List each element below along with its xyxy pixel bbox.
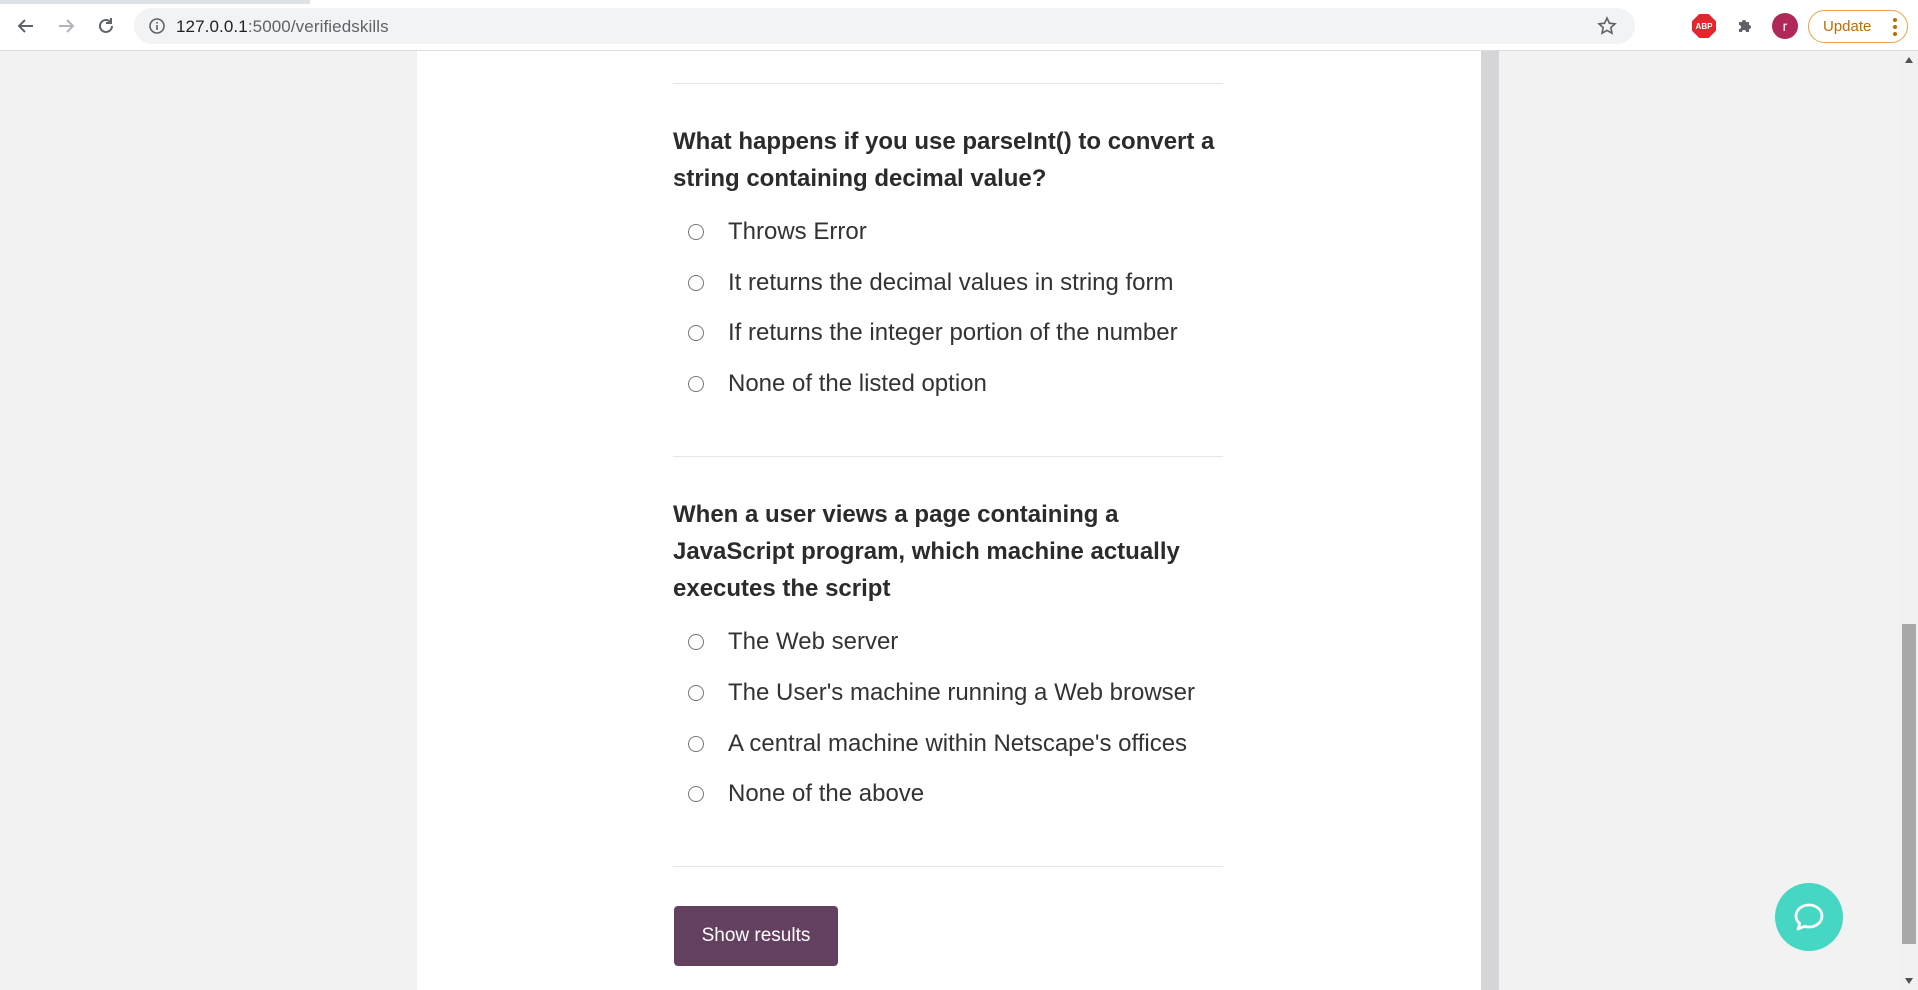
scroll-up-icon[interactable] bbox=[1905, 57, 1913, 63]
site-info-icon[interactable] bbox=[148, 17, 166, 35]
reload-button[interactable] bbox=[92, 12, 120, 40]
question-divider bbox=[673, 83, 1223, 84]
back-button[interactable] bbox=[12, 12, 40, 40]
chat-bubble-icon bbox=[1794, 903, 1824, 931]
forward-arrow-icon bbox=[59, 19, 75, 33]
puzzle-icon bbox=[1739, 20, 1751, 32]
forward-button[interactable] bbox=[52, 12, 80, 40]
radio-button[interactable] bbox=[688, 786, 704, 802]
card-edge bbox=[1481, 51, 1499, 990]
browser-toolbar: 127.0.0.1:5000/verifiedskills ABP r Upda… bbox=[0, 0, 1918, 51]
option-label: The Web server bbox=[728, 628, 899, 655]
question-1-option-1[interactable]: Throws Error bbox=[688, 215, 867, 249]
scroll-down-icon[interactable] bbox=[1905, 978, 1913, 984]
question-divider bbox=[673, 866, 1223, 867]
update-button[interactable]: Update bbox=[1808, 10, 1908, 43]
url-text: 127.0.0.1:5000/verifiedskills bbox=[176, 17, 389, 37]
question-2-option-2[interactable]: The User's machine running a Web browser bbox=[688, 676, 1195, 710]
question-1-option-2[interactable]: It returns the decimal values in string … bbox=[688, 266, 1174, 300]
option-label: None of the listed option bbox=[728, 370, 987, 397]
option-label: None of the above bbox=[728, 780, 925, 807]
adblock-extension-button[interactable]: ABP bbox=[1691, 13, 1717, 39]
question-1-option-3[interactable]: If returns the integer portion of the nu… bbox=[688, 316, 1178, 350]
radio-button[interactable] bbox=[688, 685, 704, 701]
option-label: A central machine within Netscape's offi… bbox=[728, 730, 1188, 757]
more-menu-icon bbox=[1893, 18, 1897, 36]
url-path: :5000/verifiedskills bbox=[247, 17, 389, 36]
show-results-button[interactable]: Show results bbox=[674, 906, 838, 966]
option-label: It returns the decimal values in string … bbox=[728, 269, 1174, 296]
bookmark-star-icon[interactable] bbox=[1597, 16, 1617, 36]
radio-button[interactable] bbox=[688, 376, 704, 392]
update-label: Update bbox=[1823, 18, 1872, 35]
option-label: The User's machine running a Web browser bbox=[728, 679, 1196, 706]
scroll-thumb[interactable] bbox=[1902, 624, 1916, 944]
profile-avatar[interactable]: r bbox=[1772, 13, 1798, 39]
question-2-option-4[interactable]: None of the above bbox=[688, 777, 924, 811]
radio-button[interactable] bbox=[688, 325, 704, 341]
option-label: If returns the integer portion of the nu… bbox=[728, 319, 1178, 346]
option-label: Throws Error bbox=[728, 218, 867, 245]
question-1-option-4[interactable]: None of the listed option bbox=[688, 367, 987, 401]
address-bar[interactable]: 127.0.0.1:5000/verifiedskills bbox=[134, 8, 1635, 44]
question-divider bbox=[673, 456, 1223, 457]
url-host: 127.0.0.1 bbox=[176, 17, 248, 36]
back-arrow-icon bbox=[17, 19, 33, 33]
radio-button[interactable] bbox=[688, 634, 704, 650]
page-scrollbar[interactable] bbox=[1900, 51, 1918, 990]
question-2-option-3[interactable]: A central machine within Netscape's offi… bbox=[688, 727, 1187, 761]
chat-button[interactable] bbox=[1775, 883, 1843, 951]
tab-strip bbox=[0, 0, 310, 4]
radio-button[interactable] bbox=[688, 736, 704, 752]
question-2-text: When a user views a page containing a Ja… bbox=[673, 501, 1180, 602]
question-2-option-1[interactable]: The Web server bbox=[688, 625, 898, 659]
radio-button[interactable] bbox=[688, 275, 704, 291]
reload-icon bbox=[99, 18, 113, 33]
extensions-button[interactable] bbox=[1732, 13, 1758, 39]
question-1-text: What happens if you use parseInt() to co… bbox=[673, 128, 1215, 192]
radio-button[interactable] bbox=[688, 224, 704, 240]
adblock-icon: ABP bbox=[1692, 14, 1716, 38]
